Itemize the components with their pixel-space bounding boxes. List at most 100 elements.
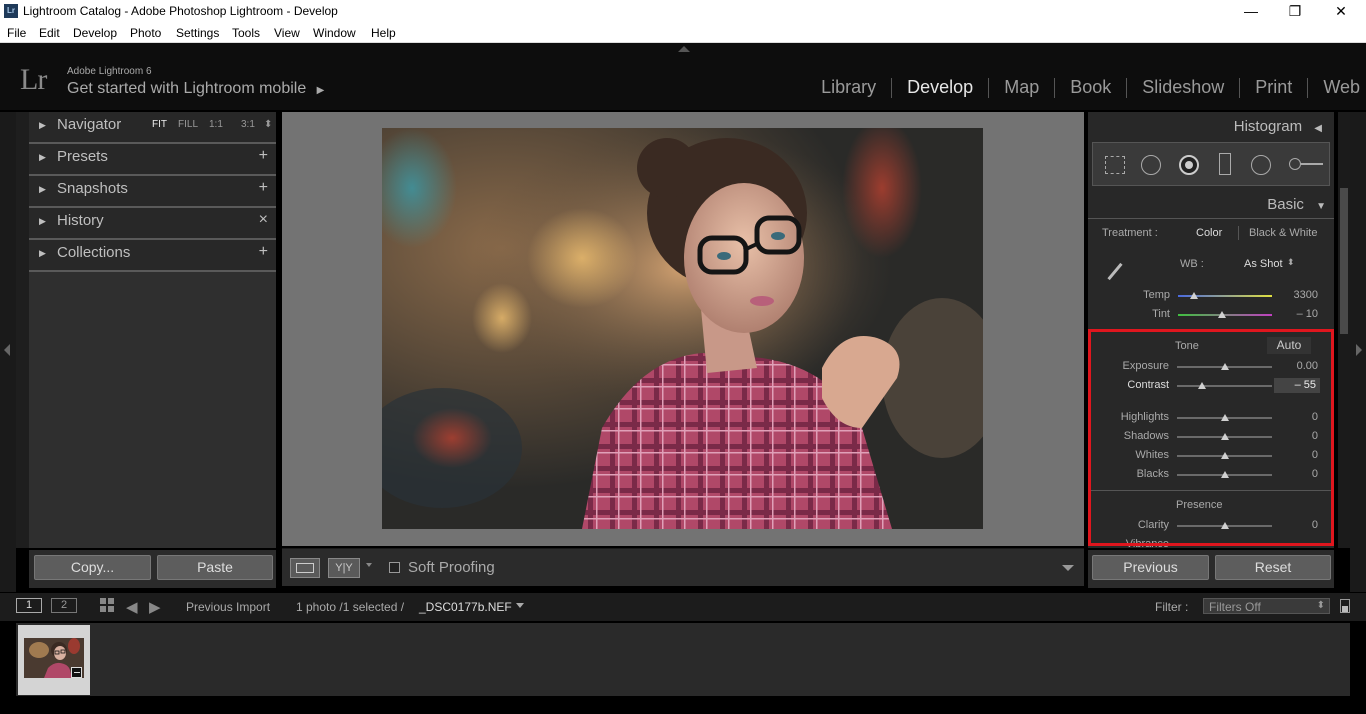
close-button[interactable]: ✕ <box>1318 0 1364 23</box>
left-edge <box>0 112 16 592</box>
paste-button[interactable]: Paste <box>157 555 273 580</box>
identity-plate: Lr Adobe Lightroom 6 Get started with Li… <box>0 43 1366 110</box>
filename-dropdown-icon[interactable] <box>516 603 524 608</box>
left-panel-toggle-icon[interactable] <box>4 344 10 356</box>
history-header[interactable]: ▶ History × <box>29 208 276 240</box>
toolbar-options-icon[interactable] <box>1062 565 1074 571</box>
expand-triangle-icon: ▶ <box>39 248 46 258</box>
expand-triangle-icon: ▶ <box>39 216 46 226</box>
filter-select[interactable]: Filters Off ⬍ <box>1203 598 1330 614</box>
adjustment-brush-icon[interactable] <box>1289 158 1325 170</box>
presets-header[interactable]: ▶ Presets + <box>29 144 276 176</box>
filmstrip-thumbnail[interactable] <box>18 625 90 695</box>
before-after-dropdown-icon[interactable] <box>366 563 372 567</box>
module-slideshow[interactable]: Slideshow <box>1142 77 1224 98</box>
minimize-button[interactable]: — <box>1228 0 1274 23</box>
filmstrip-filename[interactable]: _DSC0177b.NEF <box>419 600 512 614</box>
temp-value[interactable]: 3300 <box>1294 289 1318 301</box>
module-separator <box>1239 78 1241 99</box>
window-title: Lightroom Catalog - Adobe Photoshop Ligh… <box>23 4 338 18</box>
divider <box>1088 218 1334 219</box>
scrollbar-thumb[interactable] <box>1340 188 1348 334</box>
photo-preview[interactable] <box>382 128 983 529</box>
wb-stepper-icon[interactable]: ⬍ <box>1287 257 1295 268</box>
snapshots-header[interactable]: ▶ Snapshots + <box>29 176 276 208</box>
module-book[interactable]: Book <box>1070 77 1111 98</box>
filmstrip-source[interactable]: Previous Import <box>186 600 270 614</box>
histogram-label: Histogram <box>1233 118 1303 135</box>
menu-window[interactable]: Window <box>313 26 356 40</box>
module-develop[interactable]: Develop <box>907 77 973 98</box>
filter-lock-icon[interactable] <box>1340 599 1350 613</box>
top-panel-toggle-icon[interactable] <box>678 46 690 52</box>
wb-select[interactable]: As Shot <box>1244 258 1283 270</box>
collections-header[interactable]: ▶ Collections + <box>29 240 276 272</box>
collapse-triangle-icon: ◀ <box>1314 123 1322 134</box>
treatment-black-white[interactable]: Black & White <box>1249 227 1317 239</box>
menu-view[interactable]: View <box>274 26 300 40</box>
restore-button[interactable]: ❐ <box>1272 0 1318 23</box>
module-separator <box>1054 78 1056 99</box>
crop-tool-icon[interactable] <box>1105 156 1125 174</box>
navigator-header[interactable]: ▶ Navigator FIT FILL 1:1 3:1 ⬍ <box>29 112 276 144</box>
module-web[interactable]: Web <box>1323 77 1360 98</box>
back-arrow-icon[interactable]: ◀ <box>126 598 138 616</box>
right-panel-toggle-icon[interactable] <box>1356 344 1362 356</box>
brand-version: Adobe Lightroom 6 <box>67 66 152 77</box>
menu-tools[interactable]: Tools <box>232 26 260 40</box>
add-preset-icon[interactable]: + <box>259 147 268 165</box>
brush-handle <box>1301 163 1323 165</box>
loupe-view-button[interactable] <box>290 558 320 578</box>
add-collection-icon[interactable]: + <box>259 243 268 261</box>
module-print[interactable]: Print <box>1255 77 1292 98</box>
radial-filter-icon[interactable] <box>1251 155 1271 175</box>
previous-button[interactable]: Previous <box>1092 555 1209 580</box>
zoom-fill[interactable]: FILL <box>178 119 198 130</box>
copy-button[interactable]: Copy... <box>34 555 151 580</box>
soft-proofing-checkbox[interactable] <box>389 562 400 573</box>
temp-slider-knob[interactable] <box>1190 292 1198 299</box>
tint-slider-knob[interactable] <box>1218 311 1226 318</box>
screen-2-button[interactable]: 2 <box>51 598 77 613</box>
zoom-3-1[interactable]: 3:1 <box>241 119 255 130</box>
menu-photo[interactable]: Photo <box>130 26 161 40</box>
forward-arrow-icon[interactable]: ▶ <box>149 598 161 616</box>
tint-value[interactable]: – 10 <box>1297 308 1318 320</box>
zoom-1-1[interactable]: 1:1 <box>209 119 223 130</box>
filter-stepper-icon: ⬍ <box>1316 600 1325 611</box>
temp-label: Temp <box>1143 289 1170 301</box>
before-after-button[interactable]: Y|Y <box>328 558 360 578</box>
red-eye-icon[interactable] <box>1179 155 1199 175</box>
eyedropper-body <box>1107 262 1123 281</box>
menu-bar: File Edit Develop Photo Settings Tools V… <box>0 23 1366 43</box>
zoom-fit[interactable]: FIT <box>152 119 167 130</box>
menu-edit[interactable]: Edit <box>39 26 60 40</box>
treatment-color[interactable]: Color <box>1196 227 1222 239</box>
left-panel: ▶ Navigator FIT FILL 1:1 3:1 ⬍ ▶ Presets… <box>29 112 276 548</box>
menu-settings[interactable]: Settings <box>176 26 219 40</box>
presets-label: Presets <box>57 148 108 165</box>
expand-triangle-icon: ▶ <box>39 120 46 130</box>
reset-button[interactable]: Reset <box>1215 555 1331 580</box>
loupe-icon <box>296 563 314 573</box>
right-panel-scrollbar[interactable] <box>1338 112 1350 548</box>
module-map[interactable]: Map <box>1004 77 1039 98</box>
white-balance-eyedropper-icon[interactable] <box>1102 258 1124 286</box>
graduated-filter-icon[interactable] <box>1219 153 1231 175</box>
menu-help[interactable]: Help <box>371 26 396 40</box>
expand-triangle-icon: ▶ <box>39 184 46 194</box>
red-eye-pupil <box>1185 161 1193 169</box>
histogram-header[interactable]: Histogram ◀ <box>1234 118 1322 135</box>
menu-file[interactable]: File <box>7 26 26 40</box>
add-snapshot-icon[interactable]: + <box>259 179 268 197</box>
spot-removal-icon[interactable] <box>1141 155 1161 175</box>
menu-develop[interactable]: Develop <box>73 26 117 40</box>
portrait-photo <box>382 128 983 529</box>
basic-header[interactable]: Basic ▼ <box>1267 196 1326 213</box>
clear-history-icon[interactable]: × <box>259 211 268 229</box>
mobile-promo-link[interactable]: Get started with Lightroom mobile ▶ <box>67 80 324 98</box>
grid-view-icon[interactable] <box>100 598 115 613</box>
module-library[interactable]: Library <box>821 77 876 98</box>
zoom-stepper-icon[interactable]: ⬍ <box>264 119 272 130</box>
screen-1-button[interactable]: 1 <box>16 598 42 613</box>
